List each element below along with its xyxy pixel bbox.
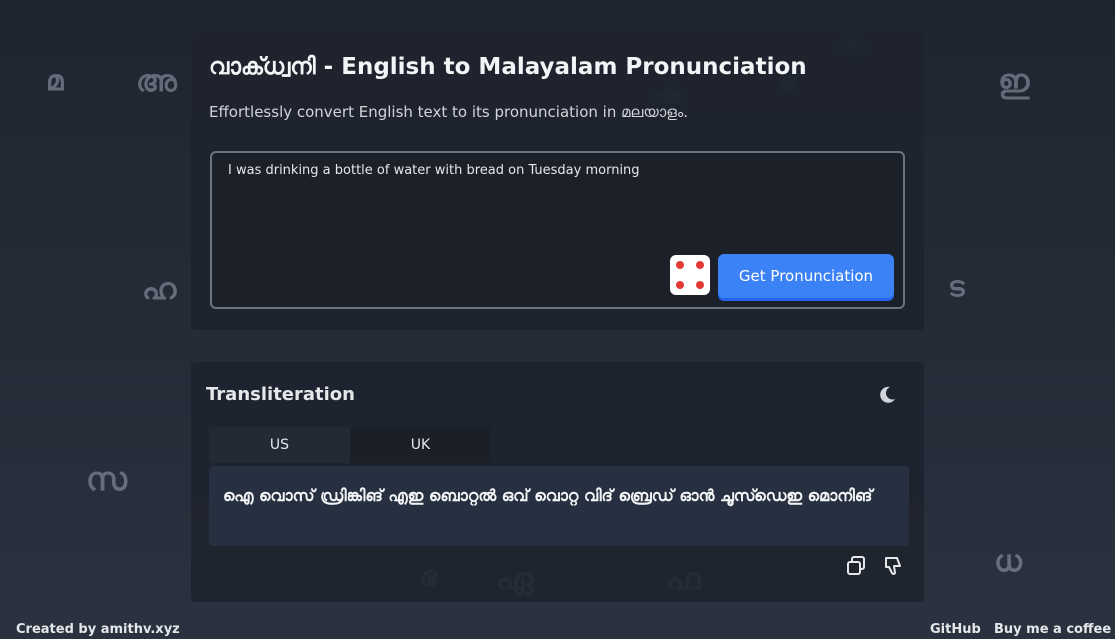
transliteration-card: Transliteration US UK ഐ വൊസ് ഡ്രിങ്കിങ് … (191, 362, 924, 602)
page-title: വാക്ധ്വനി - English to Malayalam Pronunc… (209, 54, 807, 80)
background-letter: മ (46, 64, 64, 97)
background-letter: ഹ (142, 272, 177, 307)
background-letter: സ (86, 460, 128, 498)
get-pronunciation-button[interactable]: Get Pronunciation (718, 254, 894, 298)
text-input-container: Get Pronunciation (210, 151, 905, 309)
accent-tabs: US UK (209, 427, 491, 463)
page-subtitle: Effortlessly convert English text to its… (209, 103, 689, 121)
background-letter: ധ (994, 544, 1022, 579)
input-card: വാക്ധ്വനി - English to Malayalam Pronunc… (191, 32, 924, 330)
transliteration-text: ഐ വൊസ് ഡ്രിങ്കിങ് എഇ ബൊറ്റൽ ഒവ് വൊറ്റ വി… (223, 486, 873, 505)
transliteration-output: ഐ വൊസ് ഡ്രിങ്കിങ് എഇ ബൊറ്റൽ ഒവ് വൊറ്റ വി… (209, 466, 909, 546)
tab-uk[interactable]: UK (350, 427, 491, 463)
tab-us[interactable]: US (209, 427, 350, 463)
footer-credit: Created by amithv.xyz (16, 622, 180, 637)
dice-icon[interactable] (670, 255, 710, 295)
buy-me-a-coffee-link[interactable]: Buy me a coffee (994, 622, 1111, 637)
moon-icon[interactable] (877, 385, 897, 405)
thumbs-down-icon[interactable] (882, 555, 904, 577)
background-letter: അ (136, 64, 177, 99)
background-letter: ട (948, 270, 965, 303)
github-link[interactable]: GitHub (930, 622, 981, 637)
copy-icon[interactable] (845, 555, 867, 577)
background-letter: ഇ (998, 62, 1030, 100)
section-title: Transliteration (206, 384, 355, 405)
english-text-input[interactable] (226, 161, 870, 245)
